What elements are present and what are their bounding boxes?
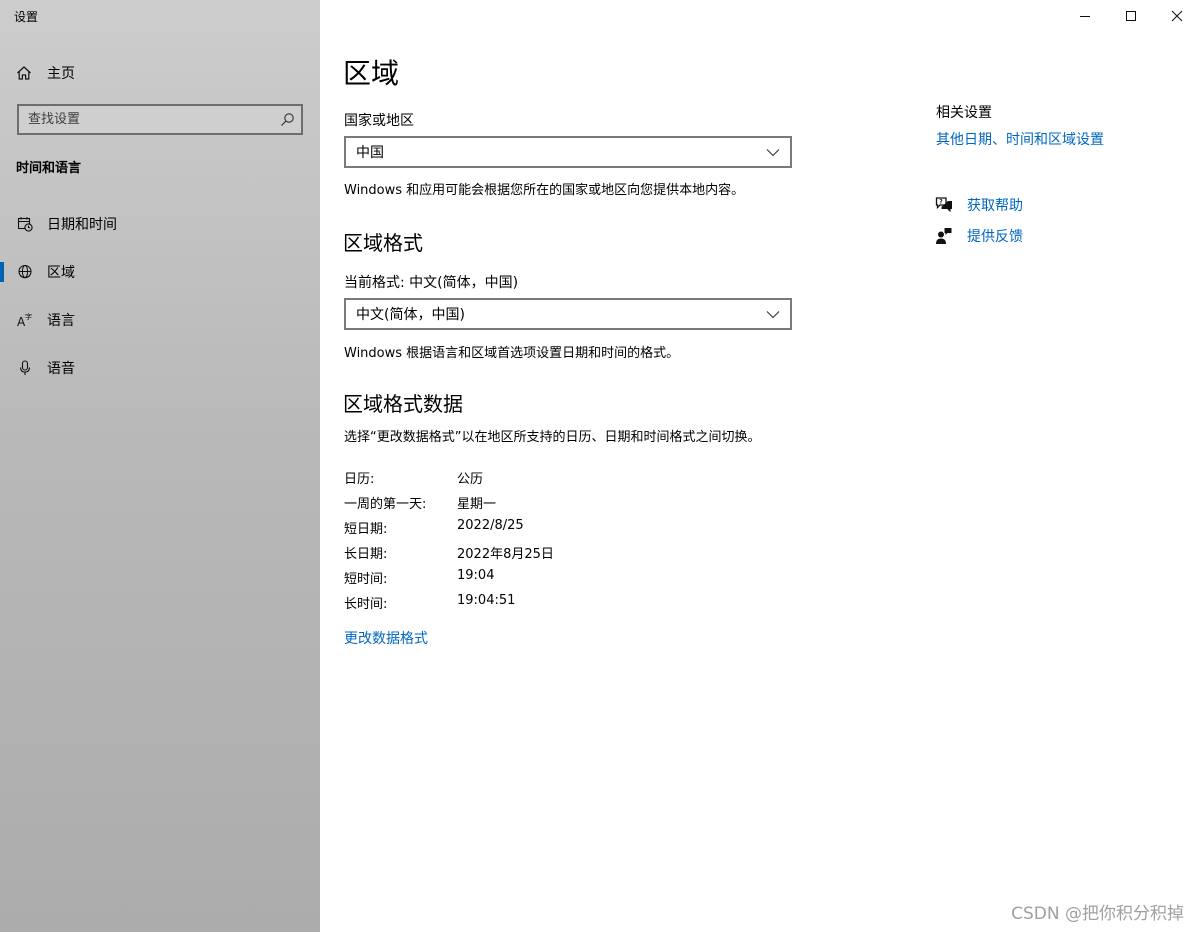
regional-format-description: Windows 根据语言和区域首选项设置日期和时间的格式。 (344, 346, 680, 361)
format-row-key: 日历: (344, 472, 375, 487)
format-row-value: 星期一 (457, 497, 497, 512)
minimize-icon (1080, 16, 1090, 17)
format-data-description: 选择“更改数据格式”以在地区所支持的日历、日期和时间格式之间切换。 (344, 430, 761, 445)
chat-help-icon: ? (935, 197, 952, 213)
related-settings-title: 相关设置 (936, 105, 992, 121)
format-row-value: 公历 (457, 472, 484, 487)
maximize-icon (1126, 11, 1136, 21)
feedback-icon (936, 228, 952, 244)
format-row-value: 2022年8月25日 (457, 547, 554, 562)
language-icon: A 字 (17, 312, 32, 328)
format-data-heading: 区域格式数据 (343, 392, 463, 416)
country-selected-value: 中国 (356, 145, 384, 161)
watermark: CSDN @把你积分积掉 (1011, 904, 1184, 924)
page-title: 区域 (343, 57, 400, 90)
sidebar-item-label: 语音 (47, 361, 75, 377)
sidebar: 设置 主页 时间和语言 日期和时间 区域 (0, 0, 320, 932)
svg-text:?: ? (939, 199, 943, 206)
format-row-value: 19:04 (457, 568, 495, 583)
change-data-format-link[interactable]: 更改数据格式 (344, 628, 428, 648)
svg-text:字: 字 (25, 312, 32, 321)
give-feedback-item[interactable]: 提供反馈 (935, 226, 1023, 246)
close-button[interactable] (1154, 0, 1200, 32)
sidebar-item-language[interactable]: A 字 语言 (0, 300, 320, 340)
app-title: 设置 (14, 10, 39, 24)
get-help-item[interactable]: ? 获取帮助 (935, 195, 1023, 215)
get-help-link[interactable]: 获取帮助 (967, 195, 1023, 215)
home-label: 主页 (47, 66, 75, 82)
home-button[interactable]: 主页 (16, 62, 75, 84)
format-row-key: 长时间: (344, 597, 388, 612)
give-feedback-link[interactable]: 提供反馈 (967, 226, 1023, 246)
regional-format-selected-value: 中文(简体，中国) (356, 307, 465, 323)
country-select[interactable]: 中国 (344, 136, 792, 168)
search-icon[interactable] (280, 112, 295, 127)
country-label: 国家或地区 (344, 113, 414, 129)
calendar-clock-icon (17, 217, 33, 232)
microphone-icon (19, 360, 31, 375)
globe-icon (18, 264, 32, 279)
close-icon (1171, 10, 1183, 22)
regional-format-heading: 区域格式 (343, 231, 423, 255)
search-box (17, 104, 303, 135)
section-heading: 时间和语言 (16, 161, 82, 176)
sidebar-item-label: 语言 (47, 313, 75, 329)
format-row-value: 19:04:51 (457, 593, 516, 608)
sidebar-item-label: 日期和时间 (47, 217, 117, 233)
regional-format-select[interactable]: 中文(简体，中国) (344, 298, 792, 330)
current-format-label: 当前格式: 中文(简体，中国) (344, 275, 519, 291)
chevron-down-icon (766, 311, 780, 319)
search-input[interactable] (19, 106, 268, 133)
format-row-value: 2022/8/25 (457, 518, 524, 533)
sidebar-item-label: 区域 (47, 265, 75, 281)
format-row-key: 长日期: (344, 547, 388, 562)
home-icon (17, 66, 31, 80)
sidebar-item-date-time[interactable]: 日期和时间 (0, 204, 320, 244)
sidebar-item-region[interactable]: 区域 (0, 252, 320, 292)
maximize-button[interactable] (1108, 0, 1154, 32)
format-row-key: 一周的第一天: (344, 497, 427, 512)
format-row-key: 短日期: (344, 522, 388, 537)
sidebar-item-speech[interactable]: 语音 (0, 348, 320, 388)
country-description: Windows 和应用可能会根据您所在的国家或地区向您提供本地内容。 (344, 183, 745, 198)
chevron-down-icon (766, 149, 780, 157)
format-row-key: 短时间: (344, 572, 388, 587)
minimize-button[interactable] (1062, 0, 1108, 32)
additional-settings-link[interactable]: 其他日期、时间和区域设置 (936, 129, 1104, 149)
